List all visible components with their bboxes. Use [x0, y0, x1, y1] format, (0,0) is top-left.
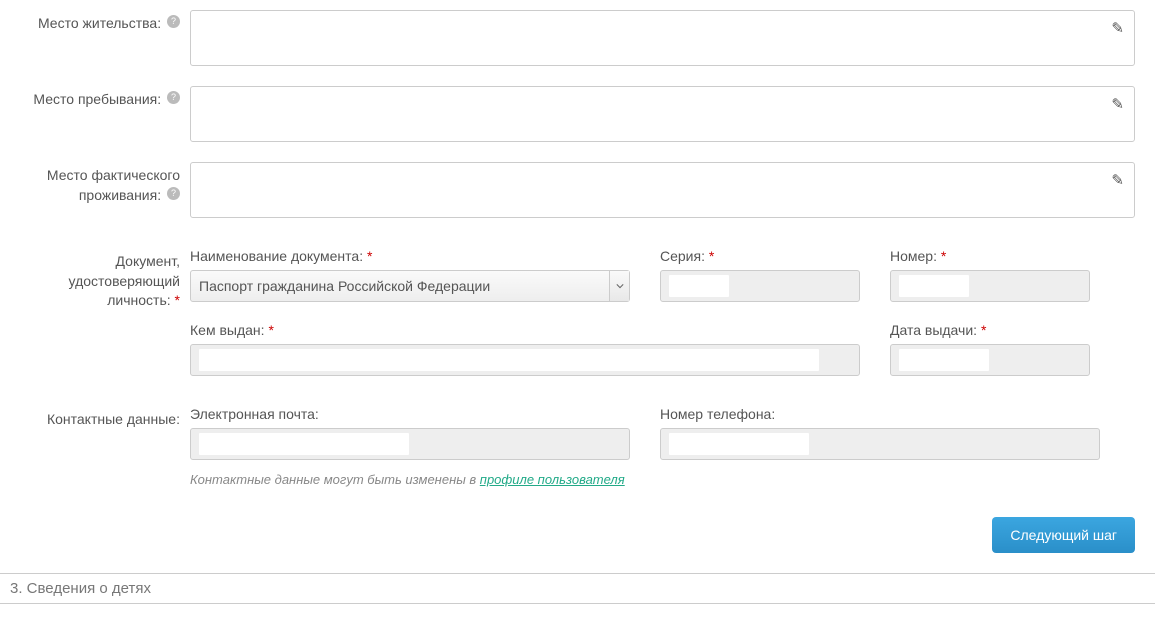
pencil-icon[interactable]: ✎ [1111, 19, 1124, 37]
row-document: Документ, удостоверяющий личность: * Наи… [10, 248, 1135, 376]
phone-label: Номер телефона: [660, 406, 1100, 422]
doc-name-value: Паспорт гражданина Российской Федерации [199, 278, 490, 294]
label-document: Документ, удостоверяющий личность: * [10, 248, 190, 311]
help-icon[interactable]: ? [167, 15, 180, 28]
row-residence: Место жительства: ? ✎ [10, 10, 1135, 66]
series-input[interactable] [660, 270, 860, 302]
email-input[interactable] [190, 428, 630, 460]
chevron-down-icon[interactable] [609, 271, 629, 301]
required-mark: * [175, 292, 180, 308]
label-stay-text: Место пребывания: [33, 91, 161, 107]
label-doc-l3: личность: [107, 292, 170, 308]
row-actual: Место фактического проживания: ? ✎ [10, 162, 1135, 218]
actual-input[interactable]: ✎ [190, 162, 1135, 218]
section-3-header[interactable]: 3. Сведения о детях [0, 573, 1155, 604]
issue-date-label: Дата выдачи: * [890, 322, 1090, 338]
next-button[interactable]: Следующий шаг [992, 517, 1135, 553]
issued-by-label: Кем выдан: * [190, 322, 860, 338]
number-input[interactable] [890, 270, 1090, 302]
profile-link[interactable]: профиле пользователя [480, 472, 625, 487]
help-icon[interactable]: ? [167, 187, 180, 200]
label-residence-text: Место жительства: [38, 15, 161, 31]
label-contacts: Контактные данные: [10, 406, 190, 430]
pencil-icon[interactable]: ✎ [1111, 171, 1124, 189]
phone-input[interactable] [660, 428, 1100, 460]
label-actual-l2: проживания: [79, 187, 161, 203]
help-icon[interactable]: ? [167, 91, 180, 104]
issued-by-input[interactable] [190, 344, 860, 376]
label-stay: Место пребывания: ? [10, 86, 190, 110]
email-label: Электронная почта: [190, 406, 630, 422]
doc-name-select[interactable]: Паспорт гражданина Российской Федерации [190, 270, 630, 302]
label-contacts-text: Контактные данные: [47, 411, 180, 427]
label-doc-l1: Документ, [116, 253, 180, 269]
pencil-icon[interactable]: ✎ [1111, 95, 1124, 113]
issue-date-input[interactable] [890, 344, 1090, 376]
label-residence: Место жительства: ? [10, 10, 190, 34]
doc-name-label: Наименование документа: * [190, 248, 630, 264]
label-actual-l1: Место фактического [47, 167, 180, 183]
label-doc-l2: удостоверяющий [69, 273, 180, 289]
row-contacts: Контактные данные: Электронная почта: Но… [10, 406, 1135, 487]
row-stay: Место пребывания: ? ✎ [10, 86, 1135, 142]
number-label: Номер: * [890, 248, 1090, 264]
residence-input[interactable]: ✎ [190, 10, 1135, 66]
stay-input[interactable]: ✎ [190, 86, 1135, 142]
series-label: Серия: * [660, 248, 860, 264]
contacts-note: Контактные данные могут быть изменены в … [190, 472, 1135, 487]
label-actual: Место фактического проживания: ? [10, 162, 190, 205]
